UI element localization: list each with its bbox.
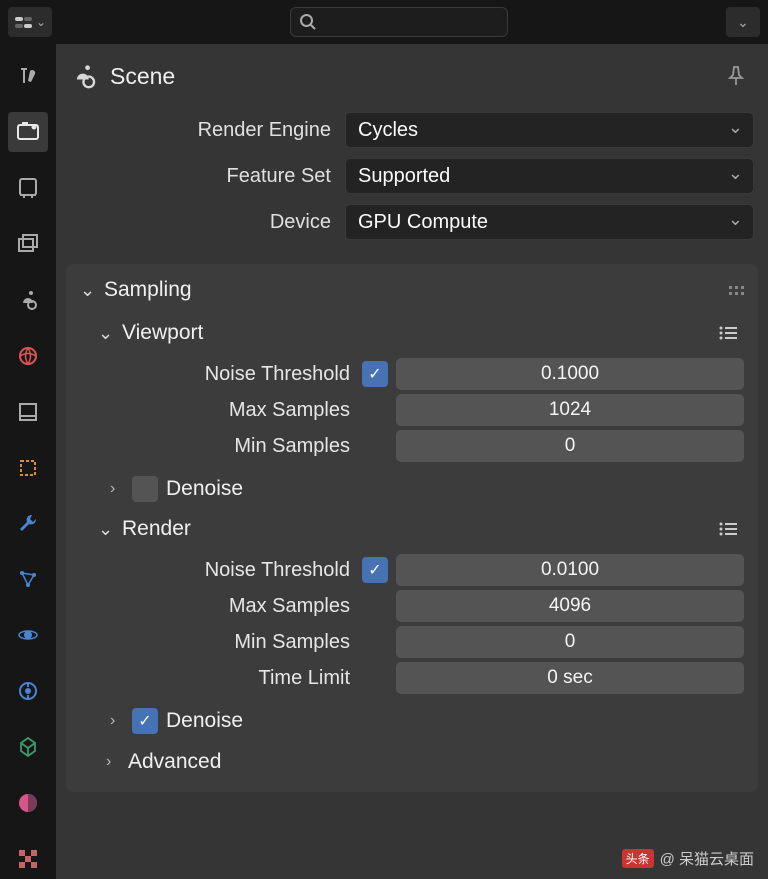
properties-panel: Scene Render Engine Cycles Feature Set S…	[56, 44, 768, 879]
viewport-max-samples-label: Max Samples	[80, 399, 362, 422]
viewport-noise-threshold-field[interactable]: 0.1000	[396, 358, 744, 390]
chevron-right-icon: ›	[110, 712, 132, 730]
device-label: Device	[70, 211, 345, 234]
options-dropdown[interactable]: ⌄	[726, 7, 760, 37]
feature-set-label: Feature Set	[70, 165, 345, 188]
render-engine-select[interactable]: Cycles	[345, 112, 754, 148]
tab-output[interactable]	[8, 168, 48, 208]
tab-constraints[interactable]	[8, 671, 48, 711]
render-noise-threshold-field[interactable]: 0.0100	[396, 554, 744, 586]
tab-render[interactable]	[8, 112, 48, 152]
tab-data[interactable]	[8, 727, 48, 767]
render-header[interactable]: ⌄ Render	[80, 508, 744, 550]
scene-icon	[70, 62, 98, 90]
tab-wrench[interactable]	[8, 504, 48, 544]
panel-header: Scene	[56, 44, 768, 104]
chevron-right-icon: ›	[106, 753, 128, 771]
viewport-min-samples-field[interactable]: 0	[396, 430, 744, 462]
render-noise-threshold-label: Noise Threshold	[80, 559, 362, 582]
viewport-max-samples-field[interactable]: 1024	[396, 394, 744, 426]
advanced-header[interactable]: › Advanced	[80, 740, 744, 778]
render-noise-threshold-checkbox[interactable]: ✓	[362, 557, 388, 583]
chevron-down-icon: ⌄	[98, 323, 122, 344]
viewport-min-samples-label: Min Samples	[80, 435, 362, 458]
topbar: ⌄ ⌄	[0, 0, 768, 44]
tab-particles[interactable]	[8, 559, 48, 599]
render-time-limit-field[interactable]: 0 sec	[396, 662, 744, 694]
page-title: Scene	[110, 63, 175, 90]
device-select[interactable]: GPU Compute	[345, 204, 754, 240]
watermark: 头条 @ 呆猫云桌面	[622, 848, 754, 869]
watermark-text: @ 呆猫云桌面	[660, 848, 754, 869]
tab-world[interactable]	[8, 336, 48, 376]
search-input[interactable]	[290, 7, 508, 37]
render-max-samples-field[interactable]: 4096	[396, 590, 744, 622]
tab-scene[interactable]	[8, 280, 48, 320]
viewport-denoise-header[interactable]: › Denoise	[80, 466, 744, 508]
tab-view-layer[interactable]	[8, 224, 48, 264]
watermark-badge: 头条	[622, 849, 654, 868]
drag-handle-icon[interactable]	[729, 286, 744, 295]
search-icon	[299, 13, 317, 31]
tab-tool[interactable]	[8, 56, 48, 96]
tab-material[interactable]	[8, 783, 48, 823]
preset-menu-icon[interactable]	[712, 516, 744, 542]
chevron-right-icon: ›	[110, 480, 132, 498]
chevron-down-icon: ⌄	[36, 15, 46, 29]
viewport-denoise-checkbox[interactable]	[132, 476, 158, 502]
render-denoise-header[interactable]: › ✓ Denoise	[80, 698, 744, 740]
properties-icon	[14, 14, 34, 30]
tab-modifier[interactable]	[8, 448, 48, 488]
viewport-header[interactable]: ⌄ Viewport	[80, 312, 744, 354]
chevron-down-icon: ⌄	[98, 519, 122, 540]
chevron-down-icon: ⌄	[80, 280, 104, 301]
feature-set-select[interactable]: Supported	[345, 158, 754, 194]
preset-menu-icon[interactable]	[712, 320, 744, 346]
chevron-down-icon: ⌄	[737, 14, 749, 31]
render-denoise-checkbox[interactable]: ✓	[132, 708, 158, 734]
properties-tabs-sidebar	[0, 44, 56, 879]
viewport-noise-threshold-label: Noise Threshold	[80, 363, 362, 386]
pin-button[interactable]	[722, 62, 750, 90]
tab-texture[interactable]	[8, 839, 48, 879]
render-time-limit-label: Time Limit	[80, 667, 362, 690]
editor-type-dropdown[interactable]: ⌄	[8, 7, 52, 37]
tab-physics[interactable]	[8, 615, 48, 655]
render-min-samples-field[interactable]: 0	[396, 626, 744, 658]
render-min-samples-label: Min Samples	[80, 631, 362, 654]
tab-object[interactable]	[8, 392, 48, 432]
render-max-samples-label: Max Samples	[80, 595, 362, 618]
sampling-header[interactable]: ⌄ Sampling	[66, 272, 758, 308]
sampling-panel: ⌄ Sampling ⌄ Viewport Noise Threshold ✓ …	[66, 264, 758, 792]
viewport-noise-threshold-checkbox[interactable]: ✓	[362, 361, 388, 387]
render-engine-label: Render Engine	[70, 119, 345, 142]
